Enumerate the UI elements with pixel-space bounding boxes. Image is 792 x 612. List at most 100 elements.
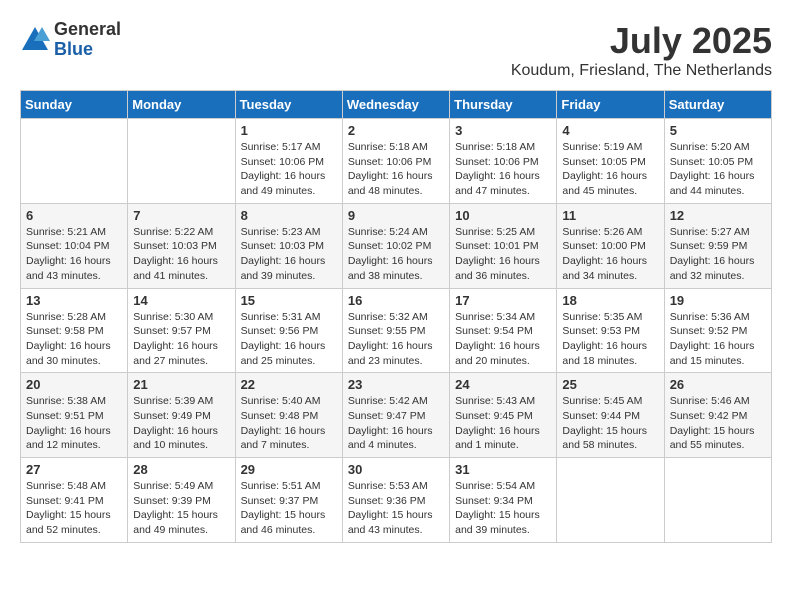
day-info: Sunrise: 5:21 AM Sunset: 10:04 PM Daylig… [26,225,122,284]
day-info: Sunrise: 5:22 AM Sunset: 10:03 PM Daylig… [133,225,229,284]
calendar-cell: 7 Sunrise: 5:22 AM Sunset: 10:03 PM Dayli… [128,203,235,288]
day-info: Sunrise: 5:20 AM Sunset: 10:05 PM Daylig… [670,140,766,199]
day-number: 7 [133,208,229,223]
calendar-cell: 13Sunrise: 5:28 AM Sunset: 9:58 PM Dayli… [21,288,128,373]
calendar-cell [557,458,664,543]
weekday-header-wednesday: Wednesday [342,91,449,119]
calendar-cell: 6 Sunrise: 5:21 AM Sunset: 10:04 PM Dayli… [21,203,128,288]
day-info: Sunrise: 5:54 AM Sunset: 9:34 PM Dayligh… [455,479,551,538]
day-number: 18 [562,293,658,308]
day-number: 6 [26,208,122,223]
calendar-week-row: 13Sunrise: 5:28 AM Sunset: 9:58 PM Dayli… [21,288,772,373]
day-info: Sunrise: 5:26 AM Sunset: 10:00 PM Daylig… [562,225,658,284]
calendar-cell: 24 Sunrise: 5:43 AM Sunset: 9:45 PM Dayli… [450,373,557,458]
calendar-cell: 15Sunrise: 5:31 AM Sunset: 9:56 PM Dayli… [235,288,342,373]
logo-blue: Blue [54,40,121,60]
day-info: Sunrise: 5:53 AM Sunset: 9:36 PM Dayligh… [348,479,444,538]
day-info: Sunrise: 5:34 AM Sunset: 9:54 PM Dayligh… [455,310,551,369]
logo-text: General Blue [54,20,121,60]
day-number: 27 [26,462,122,477]
day-info: Sunrise: 5:45 AM Sunset: 9:44 PM Dayligh… [562,394,658,453]
day-info: Sunrise: 5:35 AM Sunset: 9:53 PM Dayligh… [562,310,658,369]
title-block: July 2025 Koudum, Friesland, The Netherl… [511,20,772,80]
day-number: 9 [348,208,444,223]
calendar-cell: 18 Sunrise: 5:35 AM Sunset: 9:53 PM Dayli… [557,288,664,373]
calendar-cell: 8 Sunrise: 5:23 AM Sunset: 10:03 PM Dayli… [235,203,342,288]
calendar-cell: 20Sunrise: 5:38 AM Sunset: 9:51 PM Dayli… [21,373,128,458]
calendar-cell: 29 Sunrise: 5:51 AM Sunset: 9:37 PM Dayli… [235,458,342,543]
day-info: Sunrise: 5:18 AM Sunset: 10:06 PM Daylig… [455,140,551,199]
calendar-cell: 4Sunrise: 5:19 AM Sunset: 10:05 PM Dayli… [557,119,664,204]
location-subtitle: Koudum, Friesland, The Netherlands [511,62,772,80]
day-number: 1 [241,123,337,138]
calendar-cell [128,119,235,204]
day-info: Sunrise: 5:27 AM Sunset: 9:59 PM Dayligh… [670,225,766,284]
calendar-cell: 11 Sunrise: 5:26 AM Sunset: 10:00 PM Dayl… [557,203,664,288]
day-info: Sunrise: 5:36 AM Sunset: 9:52 PM Dayligh… [670,310,766,369]
day-info: Sunrise: 5:40 AM Sunset: 9:48 PM Dayligh… [241,394,337,453]
calendar-cell: 26 Sunrise: 5:46 AM Sunset: 9:42 PM Dayli… [664,373,771,458]
calendar-cell: 21 Sunrise: 5:39 AM Sunset: 9:49 PM Dayli… [128,373,235,458]
weekday-header-row: SundayMondayTuesdayWednesdayThursdayFrid… [21,91,772,119]
calendar-cell: 28 Sunrise: 5:49 AM Sunset: 9:39 PM Dayli… [128,458,235,543]
day-info: Sunrise: 5:30 AM Sunset: 9:57 PM Dayligh… [133,310,229,369]
day-number: 26 [670,377,766,392]
month-year-title: July 2025 [511,20,772,62]
weekday-header-monday: Monday [128,91,235,119]
day-number: 19 [670,293,766,308]
calendar-cell: 27 Sunrise: 5:48 AM Sunset: 9:41 PM Dayli… [21,458,128,543]
calendar-cell [21,119,128,204]
calendar-cell: 5 Sunrise: 5:20 AM Sunset: 10:05 PM Dayli… [664,119,771,204]
day-info: Sunrise: 5:49 AM Sunset: 9:39 PM Dayligh… [133,479,229,538]
day-number: 21 [133,377,229,392]
day-info: Sunrise: 5:19 AM Sunset: 10:05 PM Daylig… [562,140,658,199]
calendar-week-row: 27 Sunrise: 5:48 AM Sunset: 9:41 PM Dayli… [21,458,772,543]
day-number: 5 [670,123,766,138]
calendar-cell: 30Sunrise: 5:53 AM Sunset: 9:36 PM Dayli… [342,458,449,543]
day-info: Sunrise: 5:48 AM Sunset: 9:41 PM Dayligh… [26,479,122,538]
day-number: 11 [562,208,658,223]
weekday-header-sunday: Sunday [21,91,128,119]
day-number: 28 [133,462,229,477]
weekday-header-tuesday: Tuesday [235,91,342,119]
logo-general: General [54,20,121,40]
calendar-week-row: 1 Sunrise: 5:17 AM Sunset: 10:06 PM Dayli… [21,119,772,204]
weekday-header-thursday: Thursday [450,91,557,119]
day-info: Sunrise: 5:24 AM Sunset: 10:02 PM Daylig… [348,225,444,284]
day-number: 2 [348,123,444,138]
day-info: Sunrise: 5:46 AM Sunset: 9:42 PM Dayligh… [670,394,766,453]
day-number: 24 [455,377,551,392]
calendar-cell: 22 Sunrise: 5:40 AM Sunset: 9:48 PM Dayli… [235,373,342,458]
calendar-cell: 31Sunrise: 5:54 AM Sunset: 9:34 PM Dayli… [450,458,557,543]
calendar-cell: 17 Sunrise: 5:34 AM Sunset: 9:54 PM Dayli… [450,288,557,373]
day-info: Sunrise: 5:18 AM Sunset: 10:06 PM Daylig… [348,140,444,199]
calendar-week-row: 20Sunrise: 5:38 AM Sunset: 9:51 PM Dayli… [21,373,772,458]
calendar-cell: 10Sunrise: 5:25 AM Sunset: 10:01 PM Dayl… [450,203,557,288]
weekday-header-friday: Friday [557,91,664,119]
day-number: 8 [241,208,337,223]
day-number: 17 [455,293,551,308]
calendar-cell: 25 Sunrise: 5:45 AM Sunset: 9:44 PM Dayli… [557,373,664,458]
day-number: 29 [241,462,337,477]
page-header: General Blue July 2025 Koudum, Friesland… [20,20,772,80]
day-info: Sunrise: 5:25 AM Sunset: 10:01 PM Daylig… [455,225,551,284]
day-info: Sunrise: 5:42 AM Sunset: 9:47 PM Dayligh… [348,394,444,453]
calendar-cell: 19 Sunrise: 5:36 AM Sunset: 9:52 PM Dayli… [664,288,771,373]
calendar-cell: 9 Sunrise: 5:24 AM Sunset: 10:02 PM Dayli… [342,203,449,288]
calendar-cell [664,458,771,543]
day-number: 25 [562,377,658,392]
calendar-table: SundayMondayTuesdayWednesdayThursdayFrid… [20,90,772,543]
calendar-cell: 3Sunrise: 5:18 AM Sunset: 10:06 PM Dayli… [450,119,557,204]
logo: General Blue [20,20,121,60]
day-info: Sunrise: 5:31 AM Sunset: 9:56 PM Dayligh… [241,310,337,369]
day-info: Sunrise: 5:17 AM Sunset: 10:06 PM Daylig… [241,140,337,199]
day-info: Sunrise: 5:38 AM Sunset: 9:51 PM Dayligh… [26,394,122,453]
day-number: 22 [241,377,337,392]
day-info: Sunrise: 5:43 AM Sunset: 9:45 PM Dayligh… [455,394,551,453]
day-number: 23 [348,377,444,392]
calendar-cell: 12Sunrise: 5:27 AM Sunset: 9:59 PM Dayli… [664,203,771,288]
day-info: Sunrise: 5:23 AM Sunset: 10:03 PM Daylig… [241,225,337,284]
day-number: 14 [133,293,229,308]
day-info: Sunrise: 5:51 AM Sunset: 9:37 PM Dayligh… [241,479,337,538]
day-info: Sunrise: 5:39 AM Sunset: 9:49 PM Dayligh… [133,394,229,453]
